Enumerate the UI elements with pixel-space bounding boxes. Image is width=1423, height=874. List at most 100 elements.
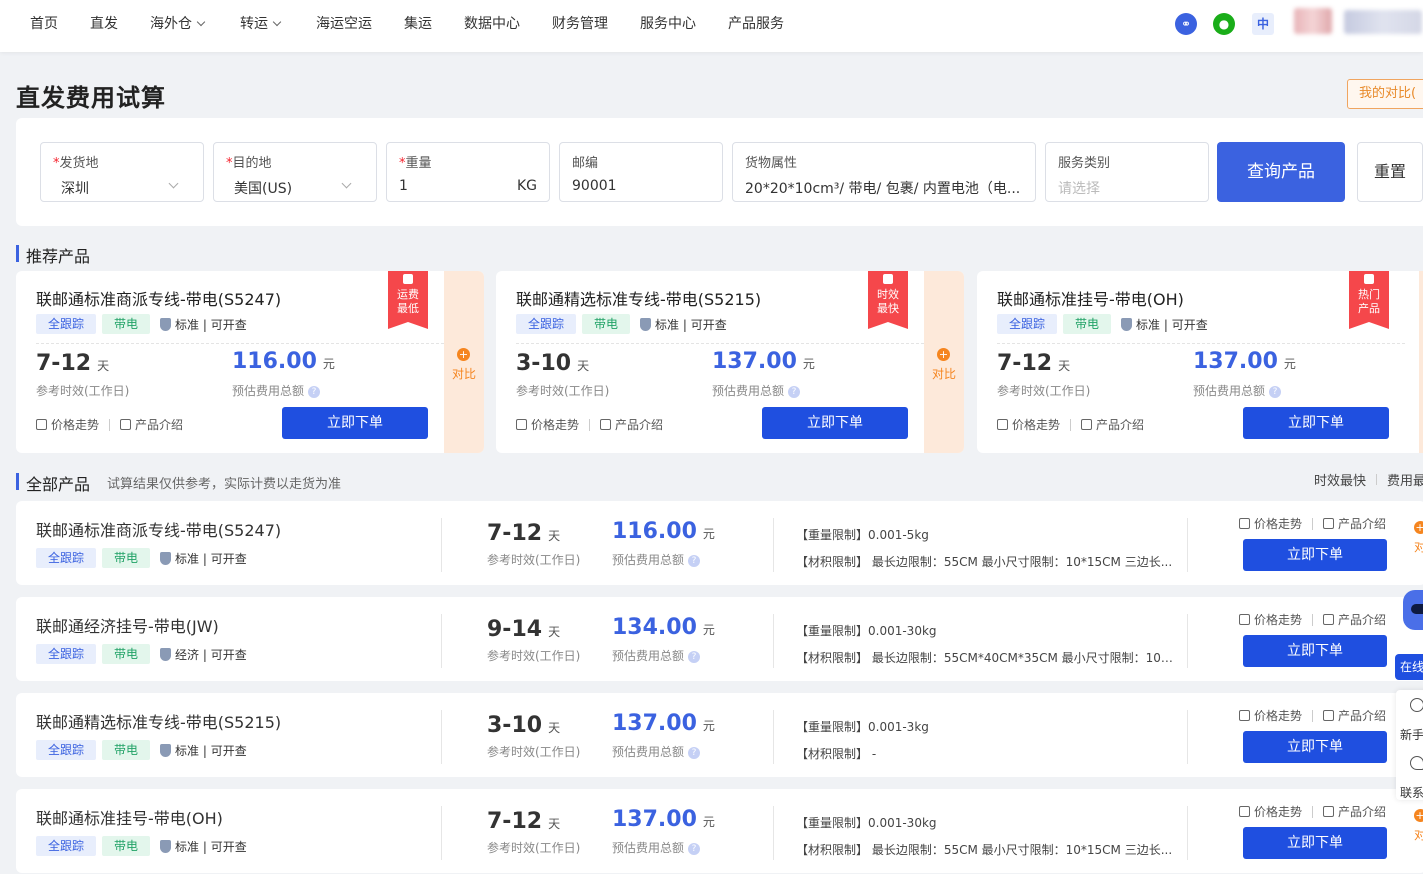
nav-product-service[interactable]: 产品服务 — [728, 0, 784, 48]
nav-finance[interactable]: 财务管理 — [552, 0, 608, 48]
nav-transship[interactable]: 转运 — [240, 0, 282, 48]
compare-toggle[interactable]: + 对 — [1412, 809, 1423, 843]
delivery-days: 7-12 天 — [487, 809, 561, 834]
compare-label: 对比 — [1419, 365, 1423, 382]
sort-fastest[interactable]: 时效最快 — [1314, 474, 1366, 489]
weight-label: *重量 — [399, 156, 432, 171]
ribbon-badge: 热门产品 — [1349, 271, 1389, 329]
days-label: 参考时效(工作日) — [36, 384, 130, 398]
order-now-button[interactable]: 立即下单 — [1243, 539, 1387, 571]
weight-field[interactable]: *重量 1 KG — [386, 142, 550, 202]
product-intro-link[interactable]: 产品介绍 — [1338, 803, 1386, 820]
nav-home[interactable]: 首页 — [30, 0, 58, 48]
product-name[interactable]: 联邮通经济挂号-带电(JW) — [36, 613, 219, 637]
product-name[interactable]: 联邮通精选标准专线-带电(S5215) — [516, 286, 761, 310]
order-now-button[interactable]: 立即下单 — [762, 407, 908, 439]
card-links: 价格走势 产品介绍 — [36, 416, 183, 433]
estimated-price: 116.00 元 — [232, 349, 335, 374]
nav-transship-label: 转运 — [240, 16, 268, 32]
nav-consolidation[interactable]: 集运 — [404, 0, 432, 48]
tag-full-tracking: 全跟踪 — [36, 740, 97, 760]
service-type-select[interactable]: 服务类别 请选择 — [1045, 142, 1209, 202]
price-trend-link[interactable]: 价格走势 — [1254, 803, 1302, 820]
shield-icon — [640, 317, 652, 331]
reset-button[interactable]: 重置 — [1357, 142, 1423, 202]
product-name[interactable]: 联邮通标准挂号-带电(OH) — [997, 286, 1184, 310]
nav-sea-air[interactable]: 海运空运 — [316, 0, 372, 48]
thumbs-up-icon — [403, 274, 413, 284]
service-level: 标准 | 可开查 — [175, 839, 247, 854]
document-icon — [1323, 710, 1335, 721]
order-now-button[interactable]: 立即下单 — [282, 407, 428, 439]
query-products-button[interactable]: 查询产品 — [1217, 142, 1345, 202]
product-tags: 全跟踪 带电 标准 | 可开查 — [36, 836, 247, 856]
nav-overseas-warehouse[interactable]: 海外仓 — [150, 0, 206, 48]
compare-toggle[interactable]: + 对比 — [1419, 271, 1423, 453]
my-compare-button[interactable]: 我的对比( — [1347, 79, 1423, 109]
weight-limit: 【重量限制】0.001-5kg — [796, 528, 929, 542]
product-intro-link[interactable]: 产品介绍 — [1338, 611, 1386, 628]
divider — [441, 710, 442, 764]
document-icon — [1323, 614, 1335, 625]
goods-attribute-value: 20*20*10cm³/ 带电/ 包裹/ 内置电池（电... — [745, 181, 1021, 197]
product-intro-link[interactable]: 产品介绍 — [1338, 707, 1386, 724]
order-now-button[interactable]: 立即下单 — [1243, 731, 1387, 763]
product-intro-link[interactable]: 产品介绍 — [135, 416, 183, 433]
order-now-button[interactable]: 立即下单 — [1243, 407, 1389, 439]
user-avatar[interactable] — [1294, 8, 1332, 34]
estimated-price: 134.00 元 — [612, 615, 715, 640]
contact-link[interactable]: 联系 — [1400, 784, 1423, 801]
order-now-button[interactable]: 立即下单 — [1243, 635, 1387, 667]
product-name[interactable]: 联邮通标准挂号-带电(OH) — [36, 805, 223, 829]
delivery-days: 7-12 天 — [487, 521, 561, 546]
weight-limit: 【重量限制】0.001-3kg — [796, 720, 929, 734]
destination-select[interactable]: *目的地 美国(US) — [213, 142, 377, 202]
user-name[interactable] — [1344, 10, 1422, 34]
product-name[interactable]: 联邮通标准商派专线-带电(S5247) — [36, 517, 281, 541]
tag-full-tracking: 全跟踪 — [36, 644, 97, 664]
service-level: 标准 | 可开查 — [175, 317, 247, 332]
compare-toggle[interactable]: + 对 — [1412, 521, 1423, 555]
row-links: 价格走势 产品介绍 — [1239, 803, 1386, 820]
delivery-days: 3-10 天 — [516, 351, 590, 376]
newbie-guide-link[interactable]: 新手 — [1400, 726, 1423, 743]
goods-attribute-field[interactable]: 货物属性 20*20*10cm³/ 带电/ 包裹/ 内置电池（电... — [732, 142, 1036, 202]
nav-data-center[interactable]: 数据中心 — [464, 0, 520, 48]
price-trend-link[interactable]: 价格走势 — [1012, 416, 1060, 433]
wechat-icon[interactable]: ● — [1213, 13, 1235, 35]
plus-icon: + — [937, 348, 950, 361]
product-intro-link[interactable]: 产品介绍 — [615, 416, 663, 433]
divider — [773, 518, 774, 572]
product-intro-link[interactable]: 产品介绍 — [1338, 515, 1386, 532]
delivery-days: 7-12 天 — [36, 351, 110, 376]
product-intro-link[interactable]: 产品介绍 — [1096, 416, 1144, 433]
shield-icon — [160, 317, 172, 331]
product-name[interactable]: 联邮通标准商派专线-带电(S5247) — [36, 286, 281, 310]
service-level: 标准 | 可开查 — [175, 551, 247, 566]
price-trend-link[interactable]: 价格走势 — [1254, 707, 1302, 724]
order-now-button[interactable]: 立即下单 — [1243, 827, 1387, 859]
language-switch[interactable]: 中 — [1252, 13, 1274, 35]
link-icon[interactable]: ⚭ — [1175, 13, 1197, 35]
compare-toggle[interactable]: + 对比 — [444, 271, 484, 453]
divider — [773, 710, 774, 764]
sort-cheapest[interactable]: 费用最 — [1387, 474, 1423, 489]
price-trend-link[interactable]: 价格走势 — [1254, 611, 1302, 628]
price-trend-link[interactable]: 价格走势 — [1254, 515, 1302, 532]
price-label: 预估费用总额? — [612, 551, 701, 568]
nav-service-center[interactable]: 服务中心 — [640, 0, 696, 48]
compare-toggle[interactable]: + 对比 — [924, 271, 964, 453]
price-trend-link[interactable]: 价格走势 — [531, 416, 579, 433]
help-icon: ? — [688, 650, 701, 663]
size-limit: 【材积限制】 最长边限制：55CM 最小尺寸限制：10*15CM 三边长... — [796, 843, 1173, 857]
nav-direct[interactable]: 直发 — [90, 0, 118, 48]
tag-battery: 带电 — [102, 740, 151, 760]
origin-select[interactable]: *发货地 深圳 — [40, 142, 204, 202]
service-level: 标准 | 可开查 — [175, 743, 247, 758]
online-service-robot[interactable]: 在线 — [1395, 590, 1423, 680]
product-name[interactable]: 联邮通精选标准专线-带电(S5215) — [36, 709, 281, 733]
price-trend-link[interactable]: 价格走势 — [51, 416, 99, 433]
service-type-label: 服务类别 — [1058, 156, 1111, 171]
divider — [36, 343, 444, 344]
zip-field[interactable]: 邮编 90001 — [559, 142, 723, 202]
